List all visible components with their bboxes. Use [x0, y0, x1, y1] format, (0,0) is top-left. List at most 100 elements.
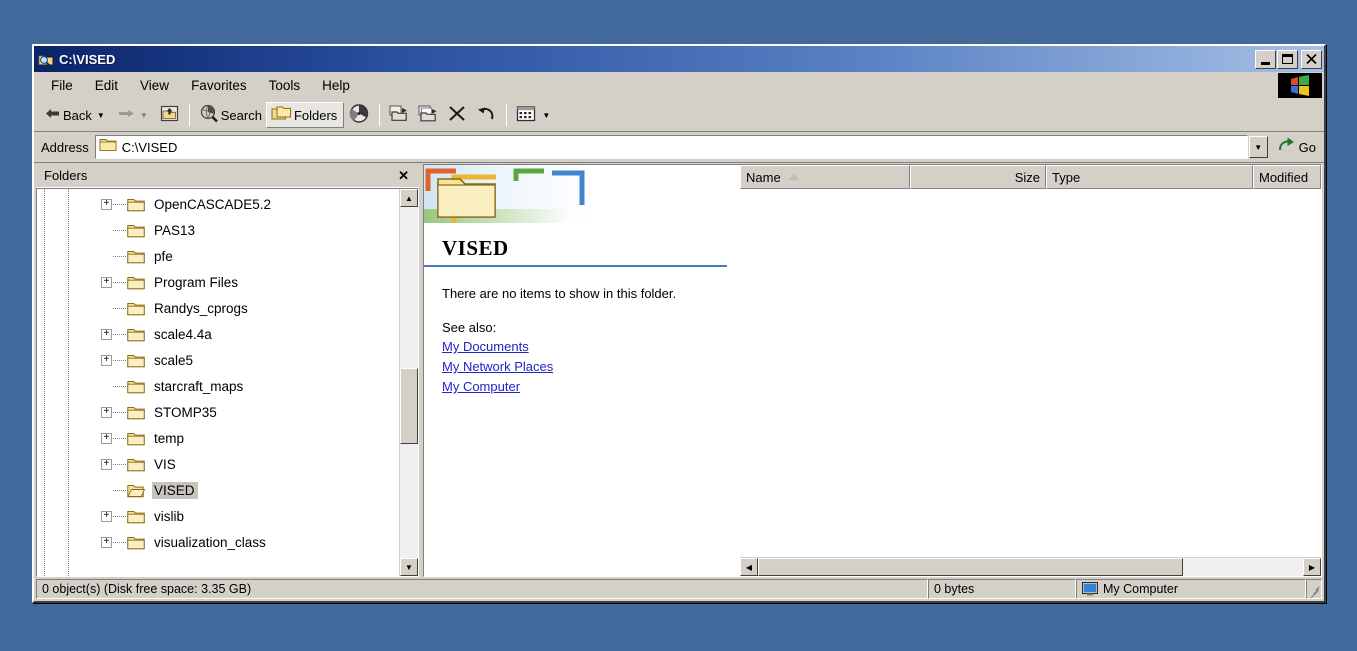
tree-item-label: VISED — [152, 481, 198, 499]
go-button[interactable]: Go — [1277, 137, 1316, 157]
scroll-thumb[interactable] — [400, 368, 418, 445]
column-header-type[interactable]: Type — [1046, 165, 1253, 189]
file-list-hscrollbar[interactable]: ◀ ▶ — [740, 557, 1321, 576]
back-arrow-icon — [44, 106, 61, 124]
forward-dropdown-icon[interactable]: ▼ — [140, 111, 148, 120]
menu-help[interactable]: Help — [311, 75, 361, 96]
file-list-body[interactable] — [740, 189, 1321, 557]
expand-toggle[interactable]: + — [101, 406, 112, 418]
copy-to-button[interactable] — [414, 102, 443, 128]
history-button[interactable] — [344, 102, 374, 128]
folder-icon — [127, 249, 145, 264]
tree-item-visualization-class[interactable]: + visualization_class — [37, 529, 399, 555]
window-title: C:\VISED — [59, 51, 116, 67]
up-folder-icon — [159, 104, 180, 126]
column-label-modified: Modified — [1259, 169, 1309, 185]
tree-item-label: temp — [154, 430, 185, 446]
column-label-name: Name — [746, 169, 781, 185]
tree-item-opencascade5-2[interactable]: + OpenCASCADE5.2 — [37, 191, 399, 217]
move-to-button[interactable] — [385, 102, 414, 128]
hscroll-thumb[interactable] — [758, 558, 1184, 576]
menu-view[interactable]: View — [129, 75, 180, 96]
scroll-left-button[interactable]: ◀ — [740, 558, 758, 576]
windows-logo-icon[interactable] — [1278, 73, 1322, 98]
tree-item-label: scale5 — [154, 352, 194, 368]
go-label: Go — [1298, 139, 1316, 155]
search-button[interactable]: Search — [195, 102, 266, 128]
resize-grip[interactable] — [1306, 579, 1322, 599]
minimize-button[interactable] — [1255, 49, 1276, 69]
folder-icon — [127, 509, 145, 524]
column-header-modified[interactable]: Modified — [1253, 165, 1321, 189]
move-to-folder-icon — [389, 104, 410, 126]
file-list: Name Size Type Modified ◀ ▶ — [739, 165, 1321, 576]
tree-item-randys-cprogs[interactable]: Randys_cprogs — [37, 295, 399, 321]
tree-connector — [113, 463, 127, 465]
link-my-documents[interactable]: My Documents — [442, 339, 529, 354]
tree-item-program-files[interactable]: + Program Files — [37, 269, 399, 295]
folder-tree-scrollbar[interactable]: ▲ ▼ — [399, 189, 418, 576]
menu-file[interactable]: File — [40, 75, 84, 96]
tree-item-scale4-4a[interactable]: + scale4.4a — [37, 321, 399, 347]
views-dropdown-icon[interactable]: ▼ — [542, 111, 550, 120]
close-icon[interactable]: ✕ — [392, 168, 415, 184]
scroll-down-button[interactable]: ▼ — [400, 558, 418, 576]
address-input[interactable]: C:\VISED — [93, 134, 1249, 160]
scroll-down-arrow: ▼ — [405, 562, 413, 572]
scroll-left-arrow: ◀ — [745, 562, 753, 572]
content-pane: VISED There are no items to show in this… — [423, 164, 1322, 577]
hscroll-track[interactable] — [758, 558, 1303, 576]
expand-toggle[interactable]: + — [101, 510, 112, 522]
expand-toggle[interactable]: + — [101, 536, 112, 548]
go-arrow-icon — [1277, 137, 1296, 157]
address-bar: Address C:\VISED ▼ Go — [34, 132, 1324, 163]
undo-button[interactable] — [471, 102, 501, 128]
tree-item-label: Program Files — [154, 274, 239, 290]
folder-tree[interactable]: + OpenCASCADE5.2 PAS13 pfe + Program Files Ran… — [37, 189, 399, 576]
tree-item-vis[interactable]: + VIS — [37, 451, 399, 477]
column-header-name[interactable]: Name — [740, 165, 910, 189]
delete-x-icon — [447, 104, 467, 126]
folder-icon — [127, 431, 145, 446]
scroll-right-button[interactable]: ▶ — [1303, 558, 1321, 576]
tree-item-stomp35[interactable]: + STOMP35 — [37, 399, 399, 425]
address-label: Address — [41, 139, 89, 155]
menu-edit[interactable]: Edit — [84, 75, 129, 96]
menu-tools[interactable]: Tools — [258, 75, 312, 96]
views-button[interactable]: ▼ — [512, 102, 557, 128]
forward-button[interactable]: ▼ — [112, 102, 155, 128]
scroll-track[interactable] — [400, 207, 418, 558]
up-button[interactable] — [155, 102, 184, 128]
back-button[interactable]: Back ▼ — [40, 102, 112, 128]
tree-item-pas13[interactable]: PAS13 — [37, 217, 399, 243]
expand-toggle[interactable]: + — [101, 432, 112, 444]
status-bytes: 0 bytes — [928, 579, 1076, 599]
column-header-size[interactable]: Size — [910, 165, 1046, 189]
menu-favorites[interactable]: Favorites — [180, 75, 258, 96]
tree-item-pfe[interactable]: pfe — [37, 243, 399, 269]
address-dropdown-button[interactable]: ▼ — [1248, 136, 1268, 158]
expand-toggle[interactable]: + — [101, 354, 112, 366]
folder-icon — [127, 223, 145, 238]
undo-arrow-icon — [475, 104, 497, 126]
tree-item-temp[interactable]: + temp — [37, 425, 399, 451]
delete-button[interactable] — [443, 102, 471, 128]
tree-item-vised[interactable]: VISED — [37, 477, 399, 503]
main-body: Folders ✕ + OpenCASCADE5.2 PAS13 pfe + Progra… — [34, 163, 1324, 577]
back-dropdown-icon[interactable]: ▼ — [97, 111, 105, 120]
expand-toggle[interactable]: + — [101, 328, 112, 340]
expand-toggle[interactable]: + — [101, 198, 112, 210]
link-my-computer[interactable]: My Computer — [442, 379, 520, 394]
folder-icon — [127, 301, 145, 316]
tree-item-starcraft-maps[interactable]: starcraft_maps — [37, 373, 399, 399]
expand-toggle[interactable]: + — [101, 276, 112, 288]
link-my-network-places[interactable]: My Network Places — [442, 359, 553, 374]
close-button[interactable] — [1301, 49, 1322, 69]
expand-toggle[interactable]: + — [101, 458, 112, 470]
maximize-button[interactable] — [1277, 49, 1298, 69]
tree-item-scale5[interactable]: + scale5 — [37, 347, 399, 373]
tree-connector — [113, 255, 127, 257]
tree-item-vislib[interactable]: + vislib — [37, 503, 399, 529]
folders-button[interactable]: Folders — [265, 102, 345, 128]
scroll-up-button[interactable]: ▲ — [400, 189, 418, 207]
